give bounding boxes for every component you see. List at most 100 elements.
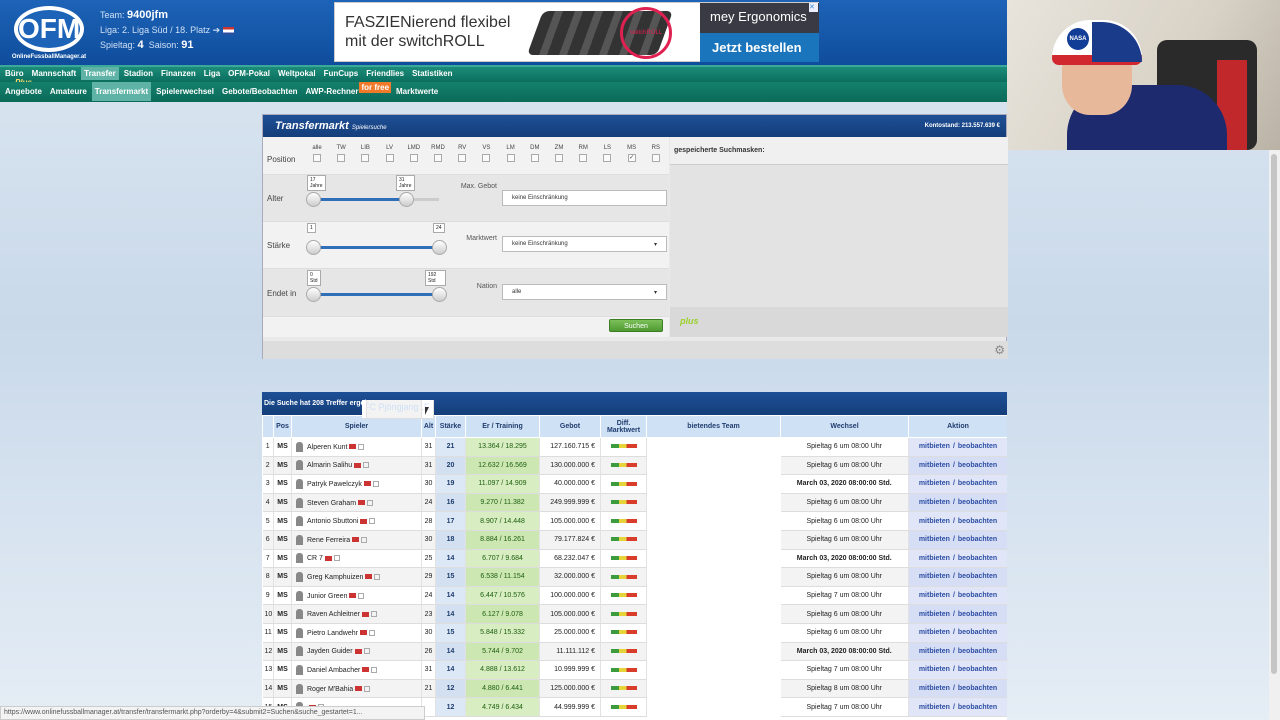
column-header-aktion[interactable]: Aktion [908, 415, 1007, 438]
checkbox-rs[interactable] [651, 154, 660, 162]
watch-link[interactable]: beobachten [958, 611, 997, 618]
bid-link[interactable]: mitbieten [919, 499, 950, 506]
scrollbar-thumb[interactable] [1271, 154, 1277, 674]
team-name[interactable]: 9400jfm [127, 9, 168, 21]
table-row[interactable]: 10 MS Raven Achleitner 23 14 6.127 / 9.078 105… [262, 400, 1007, 624]
bid-link[interactable]: mitbieten [919, 629, 950, 636]
nation-select[interactable]: alle ▾ [502, 284, 667, 300]
note-icon[interactable] [369, 518, 376, 525]
checkbox-lib[interactable] [361, 154, 370, 162]
row-player[interactable]: Antonio Sbuttoni [291, 511, 422, 531]
advertisement-banner[interactable]: FASZIENierend flexibel mit der switchROLL… [334, 2, 819, 62]
column-header-spieler[interactable]: Spieler [291, 415, 422, 438]
position-ls[interactable]: LS [597, 145, 617, 162]
note-icon[interactable] [363, 462, 370, 469]
player-name[interactable]: Alperen Kunt [307, 444, 347, 451]
checkbox-ms[interactable]: ✓ [627, 154, 636, 162]
nav-item-stadion[interactable]: Stadion [121, 67, 156, 80]
checkbox-lv[interactable] [385, 154, 394, 162]
bid-link[interactable]: mitbieten [919, 462, 950, 469]
page-scrollbar[interactable] [1269, 150, 1280, 720]
position-zm[interactable]: ZM [549, 145, 569, 162]
checkbox-dm[interactable] [530, 154, 539, 162]
ofm-logo[interactable]: OFM OnlineFussballManager.at [10, 6, 88, 60]
subnav-item-awp-rechner[interactable]: AWP-Rechner [303, 82, 362, 101]
table-row[interactable]: 6 MS Rene Ferreira 30 18 8.884 / 16.261 79.177… [262, 400, 1007, 550]
player-name[interactable]: Antonio Sbuttoni [307, 518, 358, 525]
player-name[interactable]: Patryk Pawelczyk [307, 481, 362, 488]
checkbox-tw[interactable] [337, 154, 346, 162]
note-icon[interactable] [361, 536, 368, 543]
subnav-item-transfermarkt[interactable]: Transfermarkt [91, 82, 152, 101]
watch-link[interactable]: beobachten [958, 499, 997, 506]
nav-item-statistiken[interactable]: Statistiken [409, 67, 455, 80]
checkbox-vs[interactable] [482, 154, 491, 162]
ad-cta-button[interactable]: Jetzt bestellen [700, 33, 819, 62]
row-player[interactable]: CR 7 [291, 549, 422, 569]
subnav-item-marktwerte[interactable]: Marktwerte [393, 82, 441, 101]
checkbox-alle[interactable] [313, 154, 321, 162]
bid-link[interactable]: mitbieten [919, 648, 950, 655]
position-lm[interactable]: LM [501, 145, 521, 162]
column-header-bietendes-team[interactable]: bietendes Team [646, 415, 781, 438]
column-header-alt[interactable]: Alt [421, 415, 436, 438]
column-header-pos[interactable]: Pos [273, 415, 292, 438]
checkbox-lmd[interactable] [409, 154, 418, 162]
note-icon[interactable] [371, 666, 378, 673]
column-header-wechsel[interactable]: Wechsel [780, 415, 909, 438]
table-row[interactable]: 3 MS Patryk Pawelczyk 30 19 11.097 / 14.909 40… [262, 400, 1007, 494]
search-button[interactable]: Suchen [609, 319, 663, 332]
table-row[interactable]: 9 MS Junior Green 24 14 6.447 / 10.576 100.000… [262, 400, 1007, 606]
nav-item-transfer[interactable]: Transfer [81, 67, 119, 80]
table-row[interactable]: 8 MS Greg Kamphuizen 29 15 6.538 / 11.154 32.0… [262, 400, 1007, 587]
player-name[interactable]: Almarin Salihu [307, 462, 352, 469]
column-header-gebot[interactable]: Gebot [539, 415, 601, 438]
player-name[interactable]: Rene Ferreira [307, 537, 350, 544]
alter-min-handle[interactable]: 17 Jahre [306, 175, 326, 207]
marktwert-select[interactable]: keine Einschränkung ▾ [502, 236, 667, 252]
note-icon[interactable] [367, 499, 374, 506]
position-ms[interactable]: MS ✓ [622, 145, 642, 162]
subnav-item-angebote[interactable]: Angebote [2, 82, 45, 101]
table-row[interactable]: 12 MS Jayden Guider 26 14 5.744 / 9.702 11.111… [262, 400, 1007, 662]
checkbox-ls[interactable] [603, 154, 612, 162]
table-row[interactable]: 2 MS Almarin Salihu 31 20 12.632 / 16.569 130.… [262, 400, 1007, 476]
player-name[interactable]: Junior Green [307, 592, 347, 599]
row-bidding-team[interactable]: FC Pjöngjang [362, 400, 422, 419]
max-gebot-input[interactable]: keine Einschränkung [502, 190, 667, 206]
player-name[interactable]: Steven Graham [307, 499, 356, 506]
player-name[interactable]: Greg Kamphuizen [307, 574, 363, 581]
position-lv[interactable]: LV [380, 145, 400, 162]
note-icon[interactable] [372, 480, 379, 487]
checkbox-lm[interactable] [506, 154, 515, 162]
bid-link[interactable]: mitbieten [919, 592, 950, 599]
note-icon[interactable] [363, 648, 370, 655]
table-row[interactable]: 4 MS Steven Graham 24 16 9.270 / 11.382 249.99… [262, 400, 1007, 513]
column-header-er-training[interactable]: Er / Training [465, 415, 540, 438]
staerke-max-handle[interactable]: 24 [432, 223, 447, 255]
watch-link[interactable]: beobachten [958, 573, 997, 580]
bid-link[interactable]: mitbieten [919, 611, 950, 618]
row-player[interactable]: Roger M'Bahia [291, 679, 422, 699]
position-dm[interactable]: DM [525, 145, 545, 162]
watch-link[interactable]: beobachten [958, 518, 997, 525]
row-player[interactable]: Jayden Guider [291, 642, 422, 662]
note-icon[interactable] [364, 685, 371, 692]
row-player[interactable]: Patryk Pawelczyk [291, 474, 422, 494]
watch-link[interactable]: beobachten [958, 666, 997, 673]
position-lib[interactable]: LIB [355, 145, 375, 162]
row-player[interactable]: Daniel Ambacher [291, 660, 422, 680]
table-row[interactable]: 1 MS Alperen Kunt 31 21 13.364 / 18.295 127.16… [262, 400, 1007, 457]
position-tw[interactable]: TW [331, 145, 351, 162]
row-player[interactable]: Steven Graham [291, 493, 422, 513]
endet-max-handle[interactable]: 192 Std [425, 270, 447, 302]
watch-link[interactable]: beobachten [958, 648, 997, 655]
note-icon[interactable] [333, 555, 340, 562]
bid-link[interactable]: mitbieten [919, 704, 950, 711]
position-rv[interactable]: RV [452, 145, 472, 162]
checkbox-rmd[interactable] [434, 154, 442, 162]
nav-item-liga[interactable]: Liga [201, 67, 223, 80]
row-player[interactable]: Almarin Salihu [291, 456, 422, 476]
bid-link[interactable]: mitbieten [919, 443, 950, 450]
endet-min-handle[interactable]: 0 Std [306, 270, 321, 302]
